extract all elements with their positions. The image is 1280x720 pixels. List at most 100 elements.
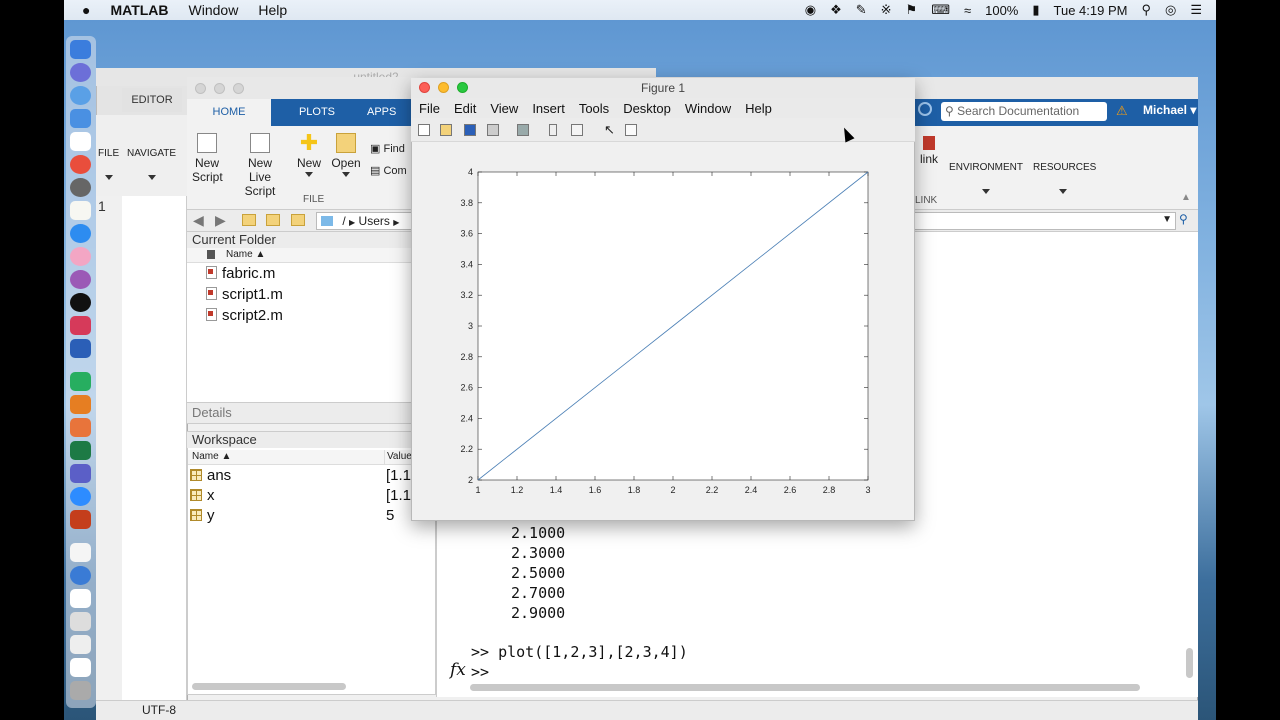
file-row[interactable]: script2.m (206, 307, 283, 324)
search-icon[interactable]: ⚲ (1141, 2, 1151, 18)
mail-icon[interactable] (70, 109, 91, 128)
wifi-icon[interactable]: ≈ (964, 3, 971, 18)
figure-menu-window[interactable]: Window (685, 101, 731, 116)
menu-app-name[interactable]: MATLAB (110, 2, 168, 18)
chevron-down-icon[interactable]: ▼ (1162, 214, 1172, 225)
podcasts-icon[interactable] (70, 270, 91, 289)
settings-icon[interactable] (70, 178, 91, 197)
new-figure-icon[interactable] (418, 124, 430, 136)
tab-home[interactable]: HOME (187, 99, 271, 126)
music-icon[interactable] (70, 247, 91, 266)
document-icon[interactable] (70, 543, 91, 562)
minimize-icon[interactable] (214, 83, 225, 94)
forward-arrow-icon[interactable]: ▶ (215, 212, 226, 229)
file-row[interactable]: fabric.m (206, 265, 275, 282)
tab-apps[interactable]: APPS (367, 99, 417, 126)
search-folder-icon[interactable] (291, 214, 305, 226)
siri-icon[interactable]: ◎ (1165, 2, 1176, 18)
safari-icon[interactable] (70, 86, 91, 105)
file-row[interactable]: script1.m (206, 286, 283, 303)
browse-folder-icon[interactable] (266, 214, 280, 226)
app-icon-2[interactable] (70, 566, 91, 585)
app-icon[interactable] (70, 316, 91, 335)
numbers-icon[interactable] (70, 372, 91, 391)
tab-editor[interactable]: EDITOR (122, 88, 182, 112)
figure-menu-help[interactable]: Help (745, 101, 772, 116)
trash-icon[interactable] (70, 681, 91, 700)
launchpad-icon[interactable] (70, 63, 91, 82)
tab-plots[interactable]: PLOTS (277, 99, 357, 126)
pen-icon[interactable]: ✎ (856, 2, 867, 18)
command-prompt[interactable]: >> (471, 663, 489, 681)
document-icon-4[interactable] (70, 658, 91, 677)
new-button[interactable]: ✚ New (295, 132, 323, 177)
minimize-icon[interactable] (438, 82, 449, 93)
figure-menu-tools[interactable]: Tools (579, 101, 609, 116)
path-field-end[interactable]: ▼ (914, 212, 1176, 230)
flag-icon[interactable]: ⚑ (906, 2, 918, 18)
battery-icon[interactable]: ▮ (1032, 2, 1039, 18)
status-icon[interactable]: ◉ (805, 2, 816, 18)
details-panel[interactable]: Details (187, 402, 436, 424)
pointer-icon[interactable]: ↖ (604, 122, 615, 138)
path-users[interactable]: Users (359, 214, 390, 228)
dropbox-icon[interactable]: ❖ (830, 2, 842, 18)
matlab-icon[interactable] (70, 418, 91, 437)
teams-icon[interactable] (70, 464, 91, 483)
chrome-icon[interactable] (70, 155, 91, 174)
search-documentation-input[interactable]: ⚲ Search Documentation (941, 102, 1107, 121)
workspace-row[interactable]: y (190, 507, 215, 524)
chevron-down-icon[interactable] (147, 175, 156, 180)
back-arrow-icon[interactable]: ◀ (193, 212, 204, 229)
menu-help[interactable]: Help (258, 2, 287, 18)
keyboard-icon[interactable]: ⌨ (931, 2, 950, 18)
notes-icon[interactable] (70, 201, 91, 220)
document-icon-2[interactable] (70, 589, 91, 608)
link-plot-icon[interactable] (517, 124, 529, 136)
legend-icon[interactable] (571, 124, 583, 136)
command-vertical-scrollbar[interactable] (1186, 648, 1193, 678)
figure-menu-desktop[interactable]: Desktop (623, 101, 671, 116)
close-icon[interactable] (195, 83, 206, 94)
up-folder-icon[interactable] (242, 214, 256, 226)
keynote-icon[interactable] (70, 395, 91, 414)
excel-icon[interactable] (70, 441, 91, 460)
powerpoint-icon[interactable] (70, 510, 91, 529)
function-browser-icon[interactable]: fx (450, 660, 466, 680)
messages-icon[interactable] (70, 224, 91, 243)
save-icon[interactable] (464, 124, 476, 136)
menu-window[interactable]: Window (189, 2, 239, 18)
bluetooth-icon[interactable]: ※ (881, 2, 892, 18)
preview-icon[interactable] (70, 612, 91, 631)
search-icon[interactable]: ⚲ (1179, 212, 1188, 226)
help-icon[interactable] (918, 102, 932, 116)
colorbar-icon[interactable] (549, 124, 557, 136)
finder-icon[interactable] (70, 40, 91, 59)
print-icon[interactable] (487, 124, 499, 136)
workspace-row[interactable]: x (190, 487, 215, 504)
new-script-button[interactable]: New Script (192, 133, 223, 184)
clock[interactable]: Tue 4:19 PM (1054, 3, 1128, 18)
current-folder-name-column[interactable]: Name ▲ (187, 248, 436, 263)
new-live-script-button[interactable]: New Live Script (232, 133, 288, 198)
path-root[interactable]: / (342, 214, 345, 228)
notification-bell-icon[interactable]: ⚠ (1116, 103, 1128, 119)
path-field[interactable]: / ▶ Users ▶ (316, 212, 412, 230)
figure-menu-file[interactable]: File (419, 101, 440, 116)
figure-menu-edit[interactable]: Edit (454, 101, 476, 116)
zoom-icon[interactable] (457, 82, 468, 93)
appletv-icon[interactable] (70, 293, 91, 312)
collapse-ribbon-icon[interactable]: ▲ (1181, 192, 1191, 203)
property-editor-icon[interactable] (625, 124, 637, 136)
zoom-icon[interactable] (70, 487, 91, 506)
environment-button[interactable]: ENVIRONMENT (949, 161, 1023, 194)
battery-percent[interactable]: 100% (985, 3, 1018, 18)
apple-menu-icon[interactable]: ● (82, 2, 90, 18)
document-icon-3[interactable] (70, 635, 91, 654)
editor-file-group[interactable]: FILE (98, 147, 119, 180)
find-files-button[interactable]: ▣ Find (370, 142, 405, 156)
word-icon[interactable] (70, 339, 91, 358)
figure-menu-view[interactable]: View (490, 101, 518, 116)
editor-navigate-group[interactable]: NAVIGATE (127, 147, 176, 180)
open-button[interactable]: Open (330, 133, 362, 177)
